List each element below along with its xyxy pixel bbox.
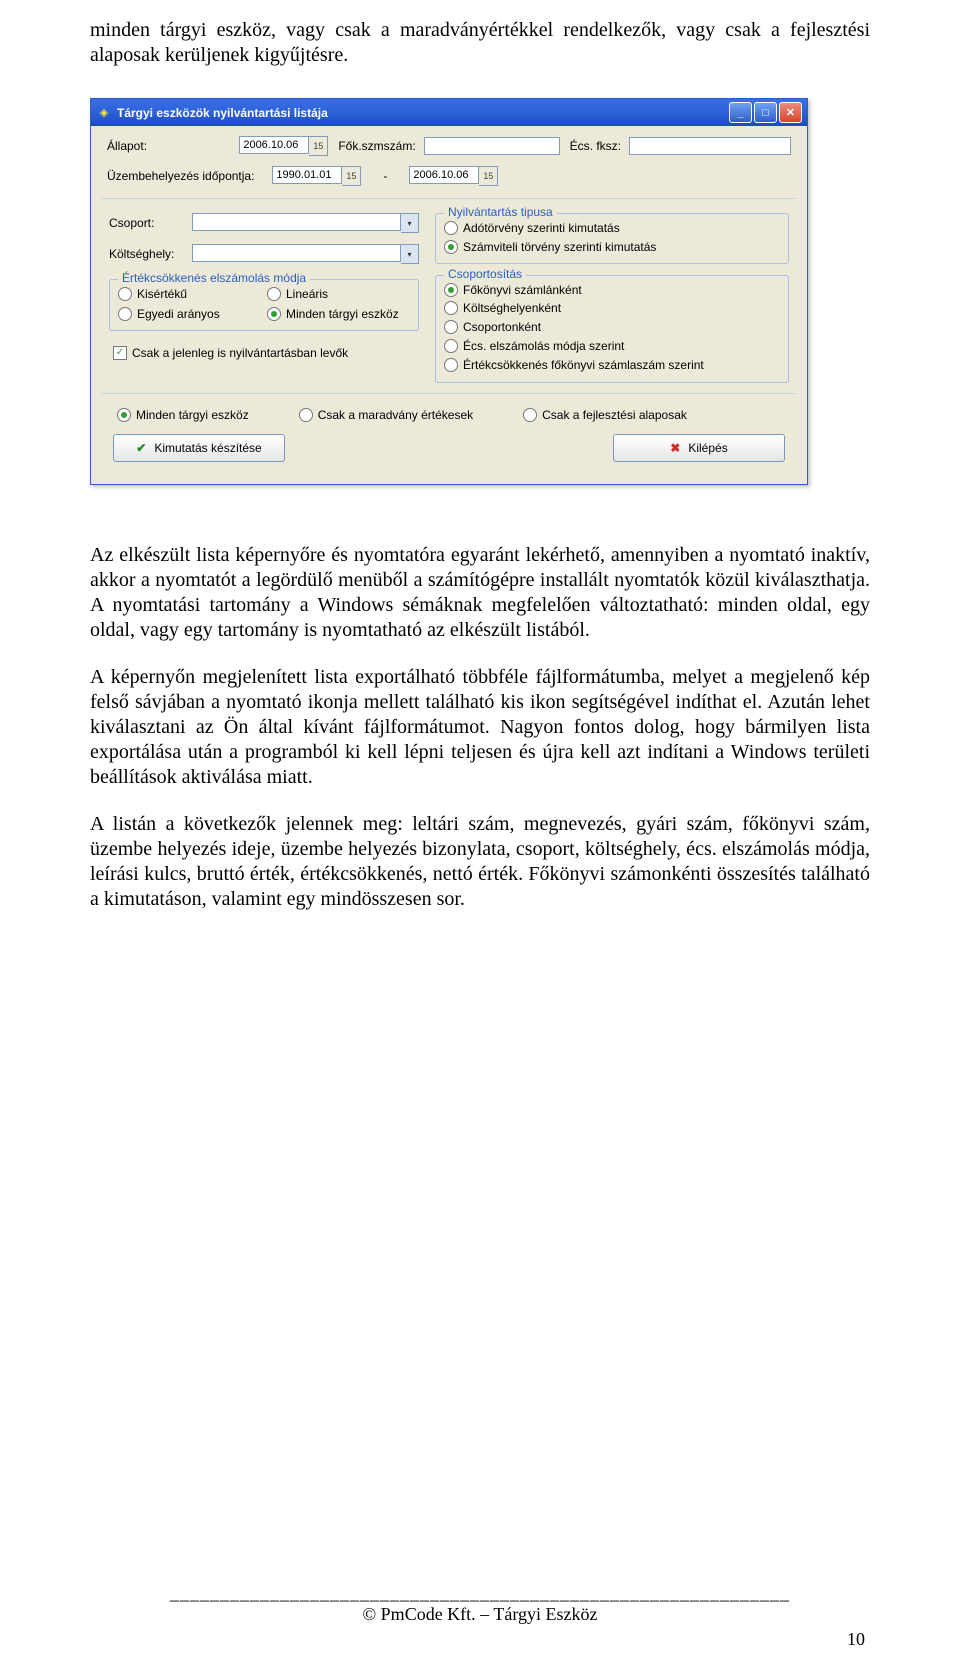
radio-fokonyvi-label: Főkönyvi számlánként xyxy=(463,283,582,297)
paragraph-intro: minden tárgyi eszköz, vagy csak a maradv… xyxy=(90,18,870,68)
fokszmszam-input[interactable] xyxy=(424,137,560,155)
label-koltseghely: Költséghely: xyxy=(109,247,184,261)
radio-minden-eszkoz-label: Minden tárgyi eszköz xyxy=(286,307,399,321)
label-uzembehelyezes: Üzembehelyezés időpontja: xyxy=(107,169,254,183)
uzem-to-picker[interactable]: 15 xyxy=(479,166,498,186)
radio-kisertek-label: Kisértékű xyxy=(137,287,187,301)
minimize-button[interactable]: _ xyxy=(729,102,752,123)
kilepes-button-label: Kilépés xyxy=(688,441,727,455)
close-button[interactable]: ✕ xyxy=(779,102,802,123)
radio-bottom-fejlesztesi-label: Csak a fejlesztési alaposak xyxy=(542,408,687,422)
titlebar[interactable]: ◈ Tárgyi eszközök nyilvántartási listája… xyxy=(91,99,807,126)
legend-ecs-modja: Értékcsökkenés elszámolás módja xyxy=(118,271,310,285)
koltseghely-dropdown[interactable]: ▾ xyxy=(401,244,419,264)
radio-bottom-minden[interactable]: Minden tárgyi eszköz xyxy=(117,408,249,422)
date-separator: - xyxy=(369,169,401,183)
check-icon: ✔ xyxy=(136,441,146,455)
footer-divider: ________________________________________… xyxy=(90,1583,870,1604)
label-csoport: Csoport: xyxy=(109,216,184,230)
csoport-dropdown[interactable]: ▾ xyxy=(401,213,419,233)
radio-bottom-minden-label: Minden tárgyi eszköz xyxy=(136,408,249,422)
label-ecs-fksz: Écs. fksz: xyxy=(570,139,621,153)
radio-egyedi[interactable]: Egyedi arányos xyxy=(118,307,261,321)
paragraph-2: Az elkészült lista képernyőre és nyomtat… xyxy=(90,543,870,643)
radio-csoportonkent[interactable]: Csoportonként xyxy=(444,320,541,334)
radio-ecs-modja-label: Écs. elszámolás módja szerint xyxy=(463,339,624,353)
radio-koltseghelyenkent[interactable]: Költséghelyenként xyxy=(444,301,561,315)
legend-nyilvantartas: Nyilvántartás tipusa xyxy=(444,205,557,219)
radio-csoportonkent-label: Csoportonként xyxy=(463,320,541,334)
radio-koltseghelyenkent-label: Költséghelyenként xyxy=(463,301,561,315)
chevron-down-icon: ▾ xyxy=(407,250,411,259)
chevron-down-icon: ▾ xyxy=(407,219,411,228)
radio-fokonyvi[interactable]: Főkönyvi számlánként xyxy=(444,283,582,297)
page-footer: ________________________________________… xyxy=(90,1583,870,1625)
screenshot-dialog: ◈ Tárgyi eszközök nyilvántartási listája… xyxy=(90,98,808,485)
page-number: 10 xyxy=(847,1629,865,1650)
uzem-from-picker[interactable]: 15 xyxy=(342,166,361,186)
close-icon: ✖ xyxy=(670,441,680,455)
radio-ecs-fksz-label: Értékcsökkenés főkönyvi számlaszám szeri… xyxy=(463,358,704,372)
label-allapot: Állapot: xyxy=(107,139,147,153)
radio-ecs-fksz[interactable]: Értékcsökkenés főkönyvi számlaszám szeri… xyxy=(444,358,704,372)
radio-szamviteli-label: Számviteli törvény szerinti kimutatás xyxy=(463,240,656,254)
maximize-button[interactable]: □ xyxy=(754,102,777,123)
koltseghely-combo[interactable] xyxy=(192,244,401,262)
allapot-date-input[interactable]: 2006.10.06 xyxy=(239,136,309,154)
calendar-icon: 15 xyxy=(483,171,493,181)
radio-ecs-modja[interactable]: Écs. elszámolás módja szerint xyxy=(444,339,624,353)
radio-bottom-fejlesztesi[interactable]: Csak a fejlesztési alaposak xyxy=(523,408,687,422)
window-title: Tárgyi eszközök nyilvántartási listája xyxy=(117,106,727,120)
kimutatas-button[interactable]: ✔ Kimutatás készítése xyxy=(113,434,285,462)
radio-adotorveny[interactable]: Adótörvény szerinti kimutatás xyxy=(444,221,620,235)
check-jelenleg[interactable]: ✓ Csak a jelenleg is nyilvántartásban le… xyxy=(109,346,419,360)
radio-bottom-maradvany-label: Csak a maradvány értékesek xyxy=(318,408,473,422)
radio-adotorveny-label: Adótörvény szerinti kimutatás xyxy=(463,221,620,235)
label-fokszmszam: Fők.szmszám: xyxy=(338,139,415,153)
radio-bottom-maradvany[interactable]: Csak a maradvány értékesek xyxy=(299,408,473,422)
csoport-combo[interactable] xyxy=(192,213,401,231)
radio-egyedi-label: Egyedi arányos xyxy=(137,307,220,321)
app-icon: ◈ xyxy=(96,105,112,121)
calendar-icon: 15 xyxy=(346,171,356,181)
radio-linearis-label: Lineáris xyxy=(286,287,328,301)
uzem-to-input[interactable]: 2006.10.06 xyxy=(409,166,479,184)
kimutatas-button-label: Kimutatás készítése xyxy=(154,441,261,455)
ecs-fksz-input[interactable] xyxy=(629,137,791,155)
radio-kisertek[interactable]: Kisértékű xyxy=(118,287,261,301)
calendar-icon: 15 xyxy=(313,141,323,151)
paragraph-3: A képernyőn megjelenített lista exportál… xyxy=(90,665,870,790)
legend-csoportositas: Csoportosítás xyxy=(444,267,526,281)
uzem-from-input[interactable]: 1990.01.01 xyxy=(272,166,342,184)
radio-linearis[interactable]: Lineáris xyxy=(267,287,410,301)
allapot-date-picker[interactable]: 15 xyxy=(309,136,328,156)
footer-copyright: © PmCode Kft. – Tárgyi Eszköz xyxy=(90,1604,870,1625)
check-jelenleg-label: Csak a jelenleg is nyilvántartásban levő… xyxy=(132,346,348,360)
radio-szamviteli[interactable]: Számviteli törvény szerinti kimutatás xyxy=(444,240,656,254)
kilepes-button[interactable]: ✖ Kilépés xyxy=(613,434,785,462)
paragraph-4: A listán a következők jelennek meg: lelt… xyxy=(90,812,870,912)
radio-minden-eszkoz[interactable]: Minden tárgyi eszköz xyxy=(267,307,410,321)
